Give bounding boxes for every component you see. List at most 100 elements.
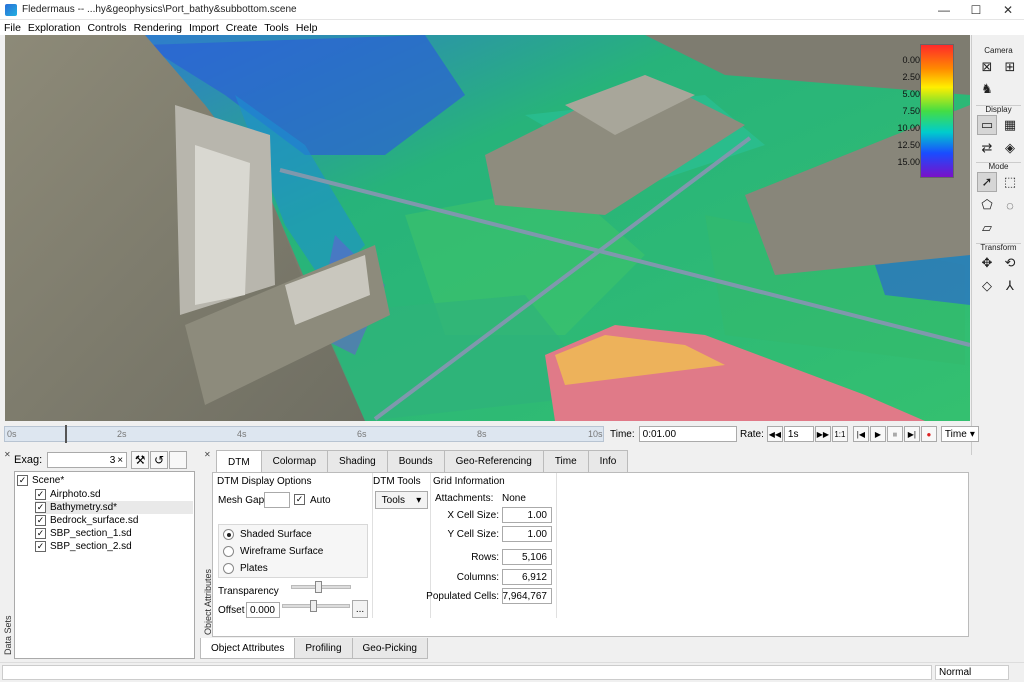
move-transform-icon[interactable]: ✥ [977,253,997,273]
offset-more-button[interactable]: ... [352,600,368,618]
play-icon[interactable]: ▶ [869,426,886,442]
menu-help[interactable]: Help [292,22,321,34]
tree-item[interactable]: ✓ Airphoto.sd [35,488,193,501]
timeline-track[interactable]: 0s 2s 4s 6s 8s 10s [4,425,604,443]
offset-label: Offset [218,605,245,616]
render-mode-group: Shaded Surface Wireframe Surface Plates [218,524,368,578]
minimize-button[interactable]: — [928,0,960,20]
auto-checkbox[interactable]: ✓ [294,494,305,505]
blank-tool-button[interactable] [169,451,188,469]
skip-end-icon[interactable]: ▶| [903,426,920,442]
undo-icon[interactable]: ↺ [150,451,169,469]
data-sets-tree: ✓ Scene* ✓ Airphoto.sd ✓ Bathymetry.sd* ✓ Be… [14,471,195,659]
tree-item[interactable]: ✓ Bedrock_surface.sd [35,514,193,527]
checkbox-checked[interactable]: ✓ [35,528,46,539]
camera-fly-icon[interactable]: ⊞ [1000,57,1020,77]
tree-item[interactable]: ✓ Bathymetry.sd* [35,501,193,514]
scale-transform-icon[interactable]: ◇ [977,276,997,296]
tree-item[interactable]: ✓ Scene* [17,474,193,487]
tab-bounds[interactable]: Bounds [386,450,445,472]
menu-tools[interactable]: Tools [260,22,292,34]
polygon-select-icon[interactable]: ⬠ [977,195,997,215]
ratio-button[interactable]: 1:1 [831,426,848,442]
colormap-display-icon[interactable]: ▭ [977,115,997,135]
camera-label: Camera [984,46,1013,55]
time-field[interactable]: 0:01.00 [638,426,737,442]
close-button[interactable]: ✕ [992,0,1024,20]
tab-info[interactable]: Info [587,450,629,472]
camera-person-icon[interactable]: ♞ [977,79,997,99]
time-mode-dropdown[interactable]: Time ▾ [940,426,979,442]
timeline-cursor[interactable] [64,425,67,443]
axes-transform-icon[interactable]: ⅄ [1000,276,1020,296]
checkbox-checked[interactable]: ✓ [35,489,46,500]
mesh-display-icon[interactable]: ▦ [1000,115,1020,135]
menu-exploration[interactable]: Exploration [24,22,84,34]
rewind-icon[interactable]: ◀◀ [766,426,783,442]
tree-item[interactable]: ✓ SBP_section_1.sd [35,527,193,540]
bottom-tabs: Object Attributes Profiling Geo-Picking [200,638,428,660]
cube-display-icon[interactable]: ◈ [1000,138,1020,158]
attachments-value: None [502,493,526,504]
shaded-surface-option[interactable]: Shaded Surface [223,529,312,540]
checkbox-checked[interactable]: ✓ [35,515,46,526]
tab-object-attributes[interactable]: Object Attributes [200,638,296,659]
offset-field[interactable]: 0.000 [246,602,280,618]
lasso-select-icon[interactable]: ◌ [1000,195,1020,215]
maximize-button[interactable]: ☐ [960,0,992,20]
transparency-slider-thumb[interactable] [315,581,322,593]
select-arrow-icon[interactable]: ➚ [977,172,997,192]
wireframe-surface-option[interactable]: Wireframe Surface [223,546,323,557]
radio-selected[interactable] [223,529,234,540]
x-cell-size-field[interactable]: 1.00 [502,507,552,523]
stop-icon[interactable]: ■ [886,426,903,442]
transparency-label: Transparency [218,586,279,597]
panel-close-icon[interactable]: ✕ [204,450,211,459]
tab-shading[interactable]: Shading [327,450,388,472]
plates-option[interactable]: Plates [223,563,268,574]
populated-cells-field[interactable]: 7,964,767 [502,588,552,604]
menu-create[interactable]: Create [222,22,261,34]
colorbar-tick: 5.00 [902,89,920,99]
tab-geo-picking[interactable]: Geo-Picking [351,638,428,659]
radio-unselected[interactable] [223,546,234,557]
radio-unselected[interactable] [223,563,234,574]
scene-viewport[interactable] [5,35,970,421]
tree-item[interactable]: ✓ SBP_section_2.sd [35,540,193,553]
tab-profiling[interactable]: Profiling [294,638,353,659]
tab-time[interactable]: Time [542,450,589,472]
menu-rendering[interactable]: Rendering [130,22,185,34]
camera-orbit-icon[interactable]: ⊠ [977,57,997,77]
mesh-gap-field[interactable] [264,492,290,508]
record-icon[interactable]: ● [920,426,937,442]
ruler-icon[interactable]: ▱ [977,218,997,238]
hammer-icon[interactable]: ⚒ [131,451,150,469]
mesh-gap-label: Mesh Gap: [218,495,267,506]
tab-colormap[interactable]: Colormap [260,450,329,472]
rate-label: Rate: [740,428,764,440]
app-icon [5,3,17,16]
rate-field[interactable]: 1s [783,426,814,442]
menu-bar: File Exploration Controls Rendering Impo… [0,20,1024,35]
rows-field[interactable]: 5,106 [502,549,552,565]
skip-start-icon[interactable]: |◀ [852,426,869,442]
rectangle-select-icon[interactable]: ⬚ [1000,172,1020,192]
panel-close-icon[interactable]: ✕ [4,450,11,459]
tools-dropdown[interactable]: Tools ▾ [375,491,428,509]
rotate-transform-icon[interactable]: ⟲ [1000,253,1020,273]
menu-file[interactable]: File [0,22,24,34]
fast-forward-icon[interactable]: ▶▶ [814,426,831,442]
exag-field[interactable]: 3 × [47,452,128,468]
columns-field[interactable]: 6,912 [502,569,552,585]
tab-geo-referencing[interactable]: Geo-Referencing [443,450,544,472]
menu-controls[interactable]: Controls [83,22,129,34]
y-cell-size-field[interactable]: 1.00 [502,526,552,542]
swap-display-icon[interactable]: ⇄ [977,138,997,158]
tab-dtm[interactable]: DTM [216,450,262,473]
checkbox-checked[interactable]: ✓ [17,475,28,486]
offset-slider-thumb[interactable] [309,600,317,612]
menu-import[interactable]: Import [185,22,222,34]
status-bar: Normal [0,662,1024,682]
checkbox-checked[interactable]: ✓ [35,541,46,552]
checkbox-checked[interactable]: ✓ [35,502,46,513]
